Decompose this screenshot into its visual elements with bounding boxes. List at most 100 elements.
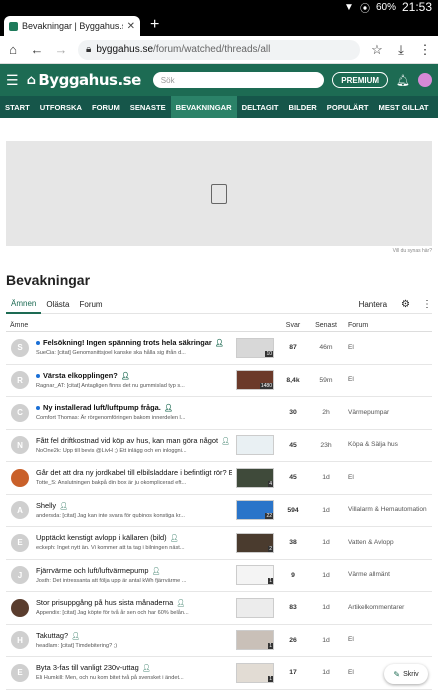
table-row[interactable]: A Shelly 👤︎ andersda: [citat] Jag kan inte … <box>6 495 432 527</box>
user-avatar[interactable] <box>418 73 432 87</box>
nav-item[interactable]: START <box>0 96 35 118</box>
nav-item[interactable]: OBESVARADE <box>434 96 438 118</box>
nav-item[interactable]: FORUM <box>87 96 125 118</box>
write-button[interactable]: ✎ Skriv <box>384 664 428 684</box>
thread-snippet[interactable]: Totte_S: Anslutningen bakpå din box är j… <box>36 479 232 487</box>
browser-menu-icon[interactable]: ⋮ <box>418 42 432 58</box>
nav-item[interactable]: SENASTE <box>125 96 171 118</box>
thread-title[interactable]: Takuttag? 👤︎ <box>36 631 232 641</box>
thread-snippet[interactable]: Ragnar_AT: [citat] Antagligen finns det … <box>36 382 232 390</box>
thread-title[interactable]: Värsta elkopplingen? 👤︎ <box>36 371 232 381</box>
column-latest[interactable]: Senast <box>308 322 344 329</box>
ad-note-link[interactable]: Vill du synas här? <box>0 248 432 256</box>
table-row[interactable]: R Värsta elkopplingen? 👤︎ Ragnar_AT: [citat… <box>6 365 432 397</box>
table-row[interactable]: Stor prisuppgång på hus sista månaderna 👤… <box>6 592 432 625</box>
home-icon[interactable]: ⌂ <box>6 42 20 57</box>
forum-link[interactable]: Villalarm & Hemautomation <box>344 506 432 514</box>
new-tab-icon[interactable]: + <box>150 16 159 34</box>
avatar[interactable]: R <box>11 371 29 390</box>
more-options-icon[interactable]: ⋮ <box>422 299 432 310</box>
latest-time[interactable]: 46m <box>308 344 344 351</box>
tab-amnen[interactable]: Ämnen <box>6 296 42 314</box>
thread-title[interactable]: Fått fel driftkostnad vid köp av hus, ka… <box>36 436 232 446</box>
nav-item[interactable]: POPULÄRT <box>322 96 374 118</box>
hamburger-menu-icon[interactable]: ☰ <box>6 72 19 89</box>
ad-banner[interactable] <box>6 141 432 246</box>
forum-link[interactable]: El <box>344 474 432 482</box>
thread-snippet[interactable]: headlam: [citat] Timdebitering? ;) <box>36 642 232 650</box>
latest-time[interactable]: 59m <box>308 377 344 384</box>
thread-thumbnail[interactable]: 22 <box>236 500 274 521</box>
avatar[interactable]: S <box>11 338 29 357</box>
thread-thumbnail[interactable]: 1 <box>236 662 274 683</box>
forum-link[interactable]: Vatten & Avlopp <box>344 539 432 547</box>
forum-link[interactable]: El <box>344 636 432 644</box>
search-input[interactable]: Sök <box>152 72 325 88</box>
close-tab-icon[interactable]: ✕ <box>127 21 135 32</box>
latest-time[interactable]: 1d <box>308 572 344 579</box>
table-row[interactable]: H Takuttag? 👤︎ headlam: [citat] Timdebiteri… <box>6 625 432 657</box>
thread-thumbnail[interactable] <box>236 597 274 618</box>
thread-thumbnail[interactable]: 1 <box>236 565 274 586</box>
table-row[interactable]: Går det att dra ny jordkabel till elbils… <box>6 462 432 495</box>
tab-forum[interactable]: Forum <box>74 296 107 314</box>
thread-thumbnail[interactable]: 1480 <box>236 370 274 391</box>
thread-snippet[interactable]: andersda: [citat] Jag kan inte svara för… <box>36 512 232 520</box>
avatar[interactable]: E <box>11 663 29 682</box>
thread-title[interactable]: Upptäckt kenstigt avlopp i källaren (bil… <box>36 533 232 543</box>
forum-link[interactable]: El <box>344 344 432 352</box>
avatar[interactable]: A <box>11 501 29 520</box>
column-replies[interactable]: Svar <box>278 322 308 329</box>
table-row[interactable]: C Ny installerad luft/luftpump fråga. 👤︎ Co… <box>6 397 432 430</box>
latest-time[interactable]: 1d <box>308 539 344 546</box>
site-logo[interactable]: ⌂ Byggahus.se <box>27 71 142 89</box>
table-row[interactable]: J Fjärrvärme och luft/luftvärmepump 👤︎ Jost… <box>6 560 432 592</box>
table-row[interactable]: S Felsökning! Ingen spänning trots hela s… <box>6 332 432 365</box>
forward-icon[interactable]: → <box>54 42 68 57</box>
avatar[interactable] <box>11 598 29 617</box>
thread-title[interactable]: Ny installerad luft/luftpump fråga. 👤︎ <box>36 403 232 413</box>
column-forum[interactable]: Forum <box>344 322 368 329</box>
nav-item[interactable]: BILDER <box>283 96 321 118</box>
thread-snippet[interactable]: Eli Humkill: Men, och nu kom bitet två p… <box>36 674 232 682</box>
table-row[interactable]: E Upptäckt kenstigt avlopp i källaren (bi… <box>6 527 432 560</box>
thread-thumbnail[interactable]: 1 <box>236 630 274 651</box>
avatar[interactable] <box>11 468 29 487</box>
forum-link[interactable]: Köpa & Sälja hus <box>344 441 432 449</box>
tab-olasta[interactable]: Olästa <box>41 296 74 314</box>
forum-link[interactable]: Värme allmänt <box>344 571 432 579</box>
latest-time[interactable]: 23h <box>308 442 344 449</box>
latest-time[interactable]: 1d <box>308 637 344 644</box>
thread-snippet[interactable]: NoOne2k: Upp till bevis @LivH ;) Ett inl… <box>36 447 232 455</box>
thread-snippet[interactable]: Comfort Thomas: Är rörgenomföringen bako… <box>36 414 232 422</box>
thread-snippet[interactable]: eckeph: Inget nytt än. Vi kommer att ta … <box>36 544 232 552</box>
thread-thumbnail[interactable]: 10 <box>236 337 274 358</box>
thread-title[interactable]: Felsökning! Ingen spänning trots hela sä… <box>36 338 232 348</box>
column-topic[interactable]: Ämne <box>6 322 278 329</box>
bell-icon[interactable]: 🔔︎ <box>396 74 410 87</box>
nav-item[interactable]: MEST GILLAT <box>374 96 434 118</box>
gear-icon[interactable]: ⚙ <box>401 299 410 310</box>
latest-time[interactable]: 1d <box>308 507 344 514</box>
address-bar[interactable]: 🔒︎ byggahus.se/forum/watched/threads/all <box>78 39 360 60</box>
avatar[interactable]: J <box>11 566 29 585</box>
avatar[interactable]: N <box>11 436 29 455</box>
manage-button[interactable]: Hantera <box>359 300 387 309</box>
avatar[interactable]: H <box>11 631 29 650</box>
thread-title[interactable]: Stor prisuppgång på hus sista månaderna 👤… <box>36 598 232 608</box>
table-row[interactable]: N Fått fel driftkostnad vid köp av hus, k… <box>6 430 432 462</box>
nav-item[interactable]: BEVAKNINGAR <box>170 96 237 118</box>
avatar[interactable]: E <box>11 533 29 552</box>
thread-title[interactable]: Byta 3-fas till vanligt 230v-uttag 👤︎ <box>36 663 232 673</box>
premium-button[interactable]: PREMIUM <box>332 72 389 88</box>
forum-link[interactable]: Värmepumpar <box>344 409 432 417</box>
thread-title[interactable]: Fjärrvärme och luft/luftvärmepump 👤︎ <box>36 566 232 576</box>
latest-time[interactable]: 2h <box>308 409 344 416</box>
forum-link[interactable]: Artikelkommentarer <box>344 604 432 612</box>
thread-snippet[interactable]: Josth: Det intressanta att följa upp är … <box>36 577 232 585</box>
thread-snippet[interactable]: Appendix: [citat] Jag köpte för två år s… <box>36 609 232 617</box>
thread-title[interactable]: Går det att dra ny jordkabel till elbils… <box>36 468 232 478</box>
bookmark-star-icon[interactable]: ☆ <box>370 42 384 58</box>
back-icon[interactable]: ← <box>30 42 44 57</box>
browser-tab[interactable]: Bevakningar | Byggahus.se ✕ <box>4 16 140 36</box>
